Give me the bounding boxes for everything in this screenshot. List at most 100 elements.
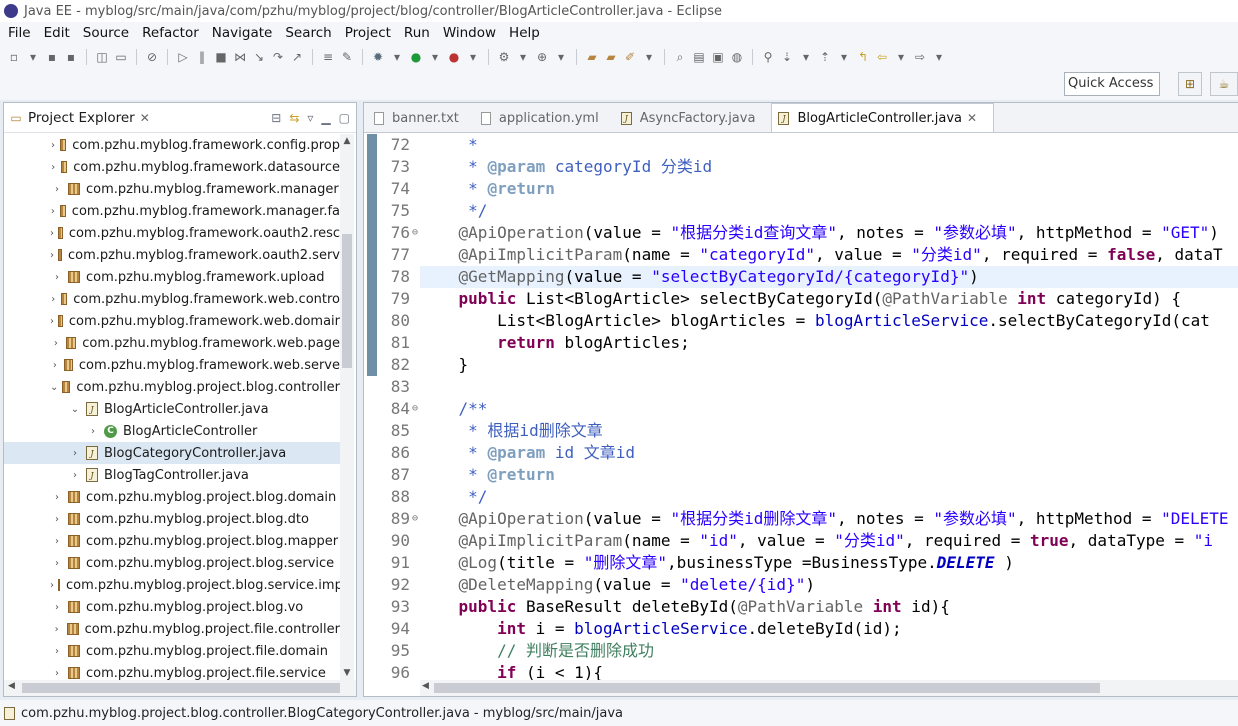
code-line[interactable]: public BaseResult deleteById(@PathVariab…: [420, 596, 1238, 618]
expand-icon[interactable]: ›: [50, 360, 60, 371]
menu-navigate[interactable]: Navigate: [207, 25, 281, 41]
code-line[interactable]: * @return: [420, 178, 1238, 200]
dropdown-icon[interactable]: ▾: [641, 49, 657, 65]
tree-item[interactable]: › com.pzhu.myblog.project.blog.dto: [4, 508, 340, 530]
tree-item[interactable]: ⌄ J BlogArticleController.java: [4, 398, 340, 420]
open-type-icon[interactable]: ▰: [603, 49, 619, 65]
pin-icon[interactable]: ⚲: [760, 49, 776, 65]
expand-icon[interactable]: ›: [50, 206, 56, 217]
code-line[interactable]: * @param id 文章id: [420, 442, 1238, 464]
close-tab-icon[interactable]: ✕: [967, 111, 977, 125]
tree-item[interactable]: › com.pzhu.myblog.framework.web.contro: [4, 288, 340, 310]
view-menu-icon[interactable]: ▿: [307, 111, 313, 125]
tree-item[interactable]: › com.pzhu.myblog.framework.datasource: [4, 156, 340, 178]
expand-icon[interactable]: ›: [50, 602, 64, 613]
external-tools-icon[interactable]: ⚙: [496, 49, 512, 65]
expand-icon[interactable]: ›: [50, 272, 64, 283]
tree-item[interactable]: › com.pzhu.myblog.project.blog.service.im…: [4, 574, 340, 596]
dropdown-icon[interactable]: ▾: [25, 49, 41, 65]
editor-tab[interactable]: application.yml: [475, 104, 615, 132]
menu-search[interactable]: Search: [280, 25, 339, 41]
tree-item[interactable]: › J BlogTagController.java: [4, 464, 340, 486]
suspend-icon[interactable]: ‖: [194, 49, 210, 65]
fold-toggle-icon[interactable]: ⊖: [412, 508, 418, 530]
scroll-thumb[interactable]: [22, 683, 340, 693]
step-over-icon[interactable]: ↷: [270, 49, 286, 65]
step-return-icon[interactable]: ↗: [289, 49, 305, 65]
tree-item[interactable]: › com.pzhu.myblog.framework.config.prop: [4, 134, 340, 156]
menu-source[interactable]: Source: [78, 25, 137, 41]
java-ee-perspective-icon[interactable]: ☕: [1210, 72, 1238, 96]
prev-annotation-icon[interactable]: ⇡: [817, 49, 833, 65]
code-line[interactable]: @ApiImplicitParam(name = "categoryId", v…: [420, 244, 1238, 266]
tree-item[interactable]: ⌄ com.pzhu.myblog.project.blog.controller: [4, 376, 340, 398]
scroll-thumb[interactable]: [434, 683, 1100, 693]
tree-item[interactable]: › com.pzhu.myblog.project.blog.service: [4, 552, 340, 574]
menu-edit[interactable]: Edit: [39, 25, 78, 41]
step-into-icon[interactable]: ↘: [251, 49, 267, 65]
code-line[interactable]: @DeleteMapping(value = "delete/{id}"): [420, 574, 1238, 596]
menu-run[interactable]: Run: [399, 25, 438, 41]
code-line[interactable]: @ApiImplicitParam(name = "id", value = "…: [420, 530, 1238, 552]
editor-tab[interactable]: banner.txt: [368, 104, 475, 132]
tree-item[interactable]: › com.pzhu.myblog.project.blog.domain: [4, 486, 340, 508]
code-line[interactable]: *: [420, 134, 1238, 156]
editor-tab[interactable]: J AsyncFactory.java: [615, 104, 772, 132]
dropdown-icon[interactable]: ▾: [515, 49, 531, 65]
tree-item[interactable]: › com.pzhu.myblog.project.blog.mapper: [4, 530, 340, 552]
collapse-icon[interactable]: ⌄: [68, 404, 82, 415]
run-icon[interactable]: ●: [408, 49, 424, 65]
expand-icon[interactable]: ›: [50, 228, 54, 239]
tree-item[interactable]: › com.pzhu.myblog.framework.upload: [4, 266, 340, 288]
dropdown-icon[interactable]: ▾: [836, 49, 852, 65]
tree-item[interactable]: › com.pzhu.myblog.framework.web.serve: [4, 354, 340, 376]
scroll-up-icon[interactable]: ▲: [340, 136, 354, 146]
tree-item[interactable]: › com.pzhu.myblog.framework.manager: [4, 178, 340, 200]
open-resource-icon[interactable]: ✐: [622, 49, 638, 65]
editor-tab[interactable]: J BlogArticleController.java ✕: [771, 103, 995, 132]
expand-icon[interactable]: ›: [50, 294, 57, 305]
code-line[interactable]: return blogArticles;: [420, 332, 1238, 354]
tree-item[interactable]: › com.pzhu.myblog.framework.oauth2.serv: [4, 244, 340, 266]
code-line[interactable]: @ApiOperation(value = "根据分类id查询文章", note…: [420, 222, 1238, 244]
coverage-icon[interactable]: ●: [446, 49, 462, 65]
expand-icon[interactable]: ›: [68, 448, 82, 459]
code-line[interactable]: * 根据id删除文章: [420, 420, 1238, 442]
back-icon[interactable]: ⇦: [874, 49, 890, 65]
expand-icon[interactable]: ›: [50, 184, 64, 195]
expand-icon[interactable]: ›: [68, 470, 82, 481]
code-line[interactable]: if (i < 1){: [420, 662, 1238, 680]
code-line[interactable]: public List<BlogArticle> selectByCategor…: [420, 288, 1238, 310]
save-icon[interactable]: ▪: [44, 49, 60, 65]
dropdown-icon[interactable]: ▾: [389, 49, 405, 65]
explorer-vertical-scrollbar[interactable]: ▲ ▼: [340, 134, 354, 680]
tree-item[interactable]: › com.pzhu.myblog.project.file.controller: [4, 618, 340, 640]
save-all-icon[interactable]: ▪: [63, 49, 79, 65]
markers-icon[interactable]: ▣: [710, 49, 726, 65]
code-line[interactable]: }: [420, 354, 1238, 376]
code-line[interactable]: */: [420, 486, 1238, 508]
menu-help[interactable]: Help: [504, 25, 548, 41]
scroll-left-icon[interactable]: ◀: [8, 681, 15, 691]
tree-item[interactable]: › com.pzhu.myblog.project.blog.vo: [4, 596, 340, 618]
expand-icon[interactable]: ›: [50, 558, 64, 569]
expand-icon[interactable]: ›: [50, 162, 57, 173]
explorer-horizontal-scrollbar[interactable]: ◀: [4, 680, 356, 696]
code-line[interactable]: @ApiOperation(value = "根据分类id删除文章", note…: [420, 508, 1238, 530]
dropdown-icon[interactable]: ▾: [427, 49, 443, 65]
dropdown-icon[interactable]: ▾: [553, 49, 569, 65]
menu-file[interactable]: File: [3, 25, 39, 41]
expand-icon[interactable]: ›: [50, 536, 64, 547]
tree-item[interactable]: › com.pzhu.myblog.project.file.service: [4, 662, 340, 681]
maximize-icon[interactable]: ▢: [339, 111, 350, 125]
code-line[interactable]: * @param categoryId 分类id: [420, 156, 1238, 178]
code-line[interactable]: @GetMapping(value = "selectByCategoryId/…: [420, 266, 1238, 288]
expand-icon[interactable]: ›: [50, 514, 64, 525]
minimize-icon[interactable]: ▁: [321, 111, 330, 125]
code-line[interactable]: /**: [420, 398, 1238, 420]
editor-horizontal-scrollbar[interactable]: ◀: [420, 680, 1238, 696]
refactor-icon[interactable]: ✎: [339, 49, 355, 65]
tree-item[interactable]: › com.pzhu.myblog.project.file.domain: [4, 640, 340, 662]
code-line[interactable]: int i = blogArticleService.deleteById(id…: [420, 618, 1238, 640]
quick-access-input[interactable]: Quick Access: [1064, 72, 1160, 96]
